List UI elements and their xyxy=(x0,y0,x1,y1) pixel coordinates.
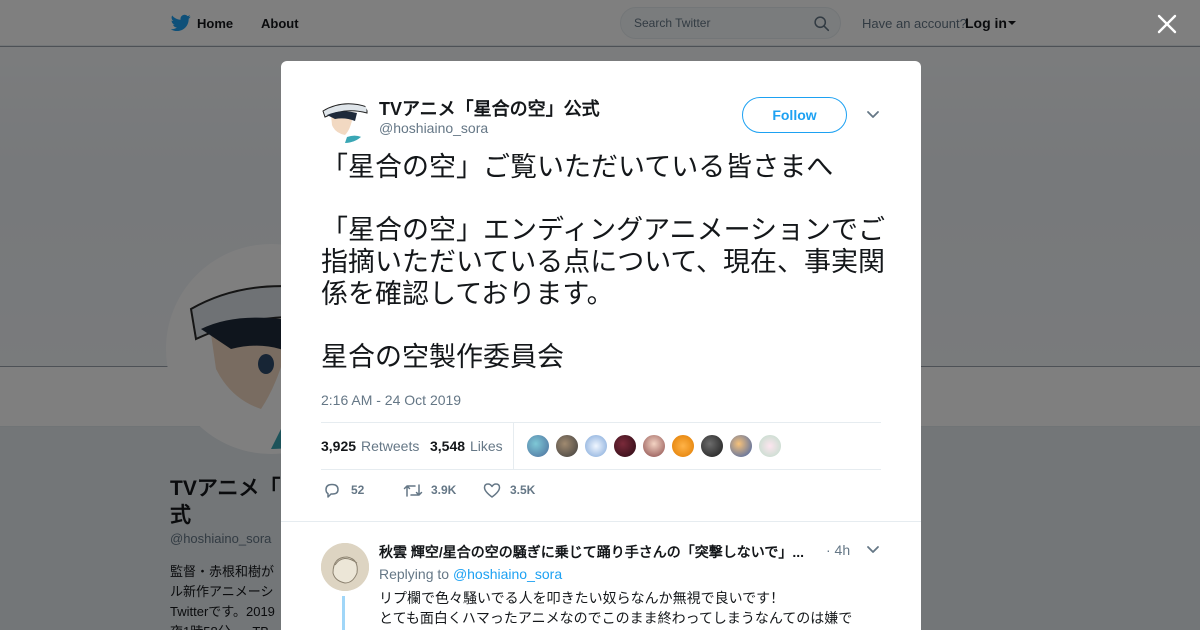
liker-avatar[interactable] xyxy=(671,434,695,458)
tweet-paragraph: 「星合の空」エンディングアニメーションでご指摘いただいている点について、現在、事… xyxy=(321,215,886,310)
tweet-timestamp[interactable]: 2:16 AM - 24 Oct 2019 xyxy=(321,392,461,408)
replying-to-label: Replying to xyxy=(379,566,450,582)
like-count[interactable]: 3,548 xyxy=(430,438,465,454)
stats-divider xyxy=(513,423,514,469)
reply-time[interactable]: · 4h xyxy=(826,542,850,558)
tweet-text: 「星合の空」ご覧いただいている皆さまへ 「星合の空」エンディングアニメーションで… xyxy=(321,152,887,405)
reply-text: リプ欄で色々騒いでる人を叩きたい奴らなんか無視で良いです！ とても面白くハマった… xyxy=(379,591,853,627)
like-label[interactable]: Likes xyxy=(470,438,503,454)
retweet-count[interactable]: 3,925 xyxy=(321,438,356,454)
liker-avatar[interactable] xyxy=(700,434,724,458)
tweet-author-handle[interactable]: @hoshiaino_sora xyxy=(379,120,488,136)
tweet-stats: 3,925 Retweets 3,548 Likes xyxy=(321,422,881,470)
thread-line xyxy=(342,596,345,630)
anime-character-avatar-image xyxy=(321,95,369,143)
chevron-down-icon[interactable] xyxy=(866,545,880,555)
tweet-paragraph: 「星合の空」ご覧いただいている皆さまへ xyxy=(321,152,834,183)
chevron-down-icon[interactable] xyxy=(866,110,880,120)
tweet-actions: 52 3.9K 3.5K xyxy=(321,479,881,503)
sketch-avatar-image xyxy=(321,543,369,591)
reply-count[interactable]: 52 xyxy=(351,483,364,497)
liker-avatar[interactable] xyxy=(729,434,753,458)
replying-to: Replying to @hoshiaino_sora xyxy=(379,566,562,582)
reply-author-name[interactable]: 秋雲 輝空/星合の空の騒ぎに乗じて踊り手さんの「突撃しないで」... xyxy=(379,542,819,562)
follow-button[interactable]: Follow xyxy=(742,97,847,133)
liker-avatar[interactable] xyxy=(584,434,608,458)
replying-to-handle-link[interactable]: @hoshiaino_sora xyxy=(453,566,562,582)
tweet-author-name[interactable]: TVアニメ「星合の空」公式 xyxy=(379,95,600,121)
heart-icon[interactable] xyxy=(483,482,501,499)
liker-avatar[interactable] xyxy=(613,434,637,458)
liker-avatar[interactable] xyxy=(526,434,550,458)
liker-avatar[interactable] xyxy=(758,434,782,458)
like-action-count[interactable]: 3.5K xyxy=(510,483,535,497)
retweet-action-count[interactable]: 3.9K xyxy=(431,483,456,497)
tweet-modal: TVアニメ「星合の空」公式 @hoshiaino_sora Follow 「星合… xyxy=(281,61,921,630)
reply-author-avatar[interactable] xyxy=(321,543,369,591)
liker-avatar[interactable] xyxy=(555,434,579,458)
tweet-author-avatar[interactable] xyxy=(321,95,369,143)
liker-avatar[interactable] xyxy=(642,434,666,458)
close-icon[interactable] xyxy=(1156,13,1178,35)
tweet-paragraph: 星合の空製作委員会 xyxy=(321,342,564,373)
reply-icon[interactable] xyxy=(323,482,341,499)
retweet-label[interactable]: Retweets xyxy=(361,438,419,454)
retweet-icon[interactable] xyxy=(403,482,423,499)
divider xyxy=(281,521,921,522)
